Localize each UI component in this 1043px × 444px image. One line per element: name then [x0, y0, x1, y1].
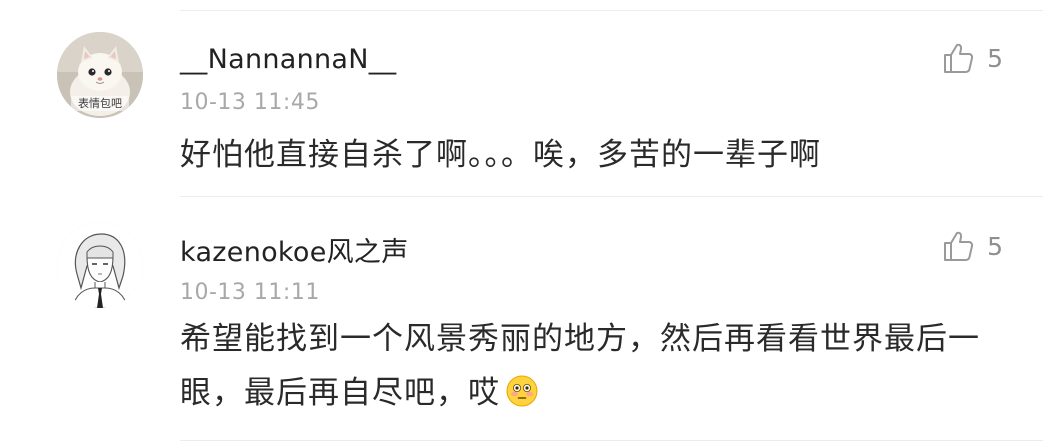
like-button[interactable]: 5	[941, 38, 1003, 78]
timestamp: 10-13 11:11	[180, 280, 320, 305]
username[interactable]: kazenokoe风之声	[180, 230, 409, 269]
avatar[interactable]	[57, 222, 143, 308]
top-divider	[180, 10, 1043, 11]
username[interactable]: __NannannaN__	[180, 44, 396, 75]
flushed-face-emoji	[506, 375, 538, 407]
comment-text: 希望能找到一个风景秀丽的地方，然后再看看世界最后一眼，最后再自尽吧，哎	[180, 312, 1000, 420]
comment-text: 好怕他直接自杀了啊。。。唉，多苦的一辈子啊	[180, 137, 821, 173]
bottom-divider	[180, 440, 1043, 441]
avatar-caption: 表情包吧	[78, 96, 122, 110]
like-count: 5	[987, 43, 1003, 73]
comment-item: kazenokoe风之声 10-13 11:11 希望能找到一个风景秀丽的地方，…	[0, 200, 1043, 444]
avatar[interactable]: 表情包吧	[57, 32, 143, 118]
comment-text-body: 希望能找到一个风景秀丽的地方，然后再看看世界最后一眼，最后再自尽吧，哎	[180, 321, 980, 411]
comment-item: 表情包吧 __NannannaN__ 10-13 11:45 好怕他直接自杀了啊…	[0, 20, 1043, 198]
comment-divider	[180, 196, 1043, 197]
like-count: 5	[987, 231, 1003, 261]
like-button[interactable]: 5	[941, 226, 1003, 266]
thumbs-up-icon	[944, 43, 974, 73]
thumbs-up-icon	[944, 231, 974, 261]
timestamp: 10-13 11:45	[180, 90, 320, 115]
